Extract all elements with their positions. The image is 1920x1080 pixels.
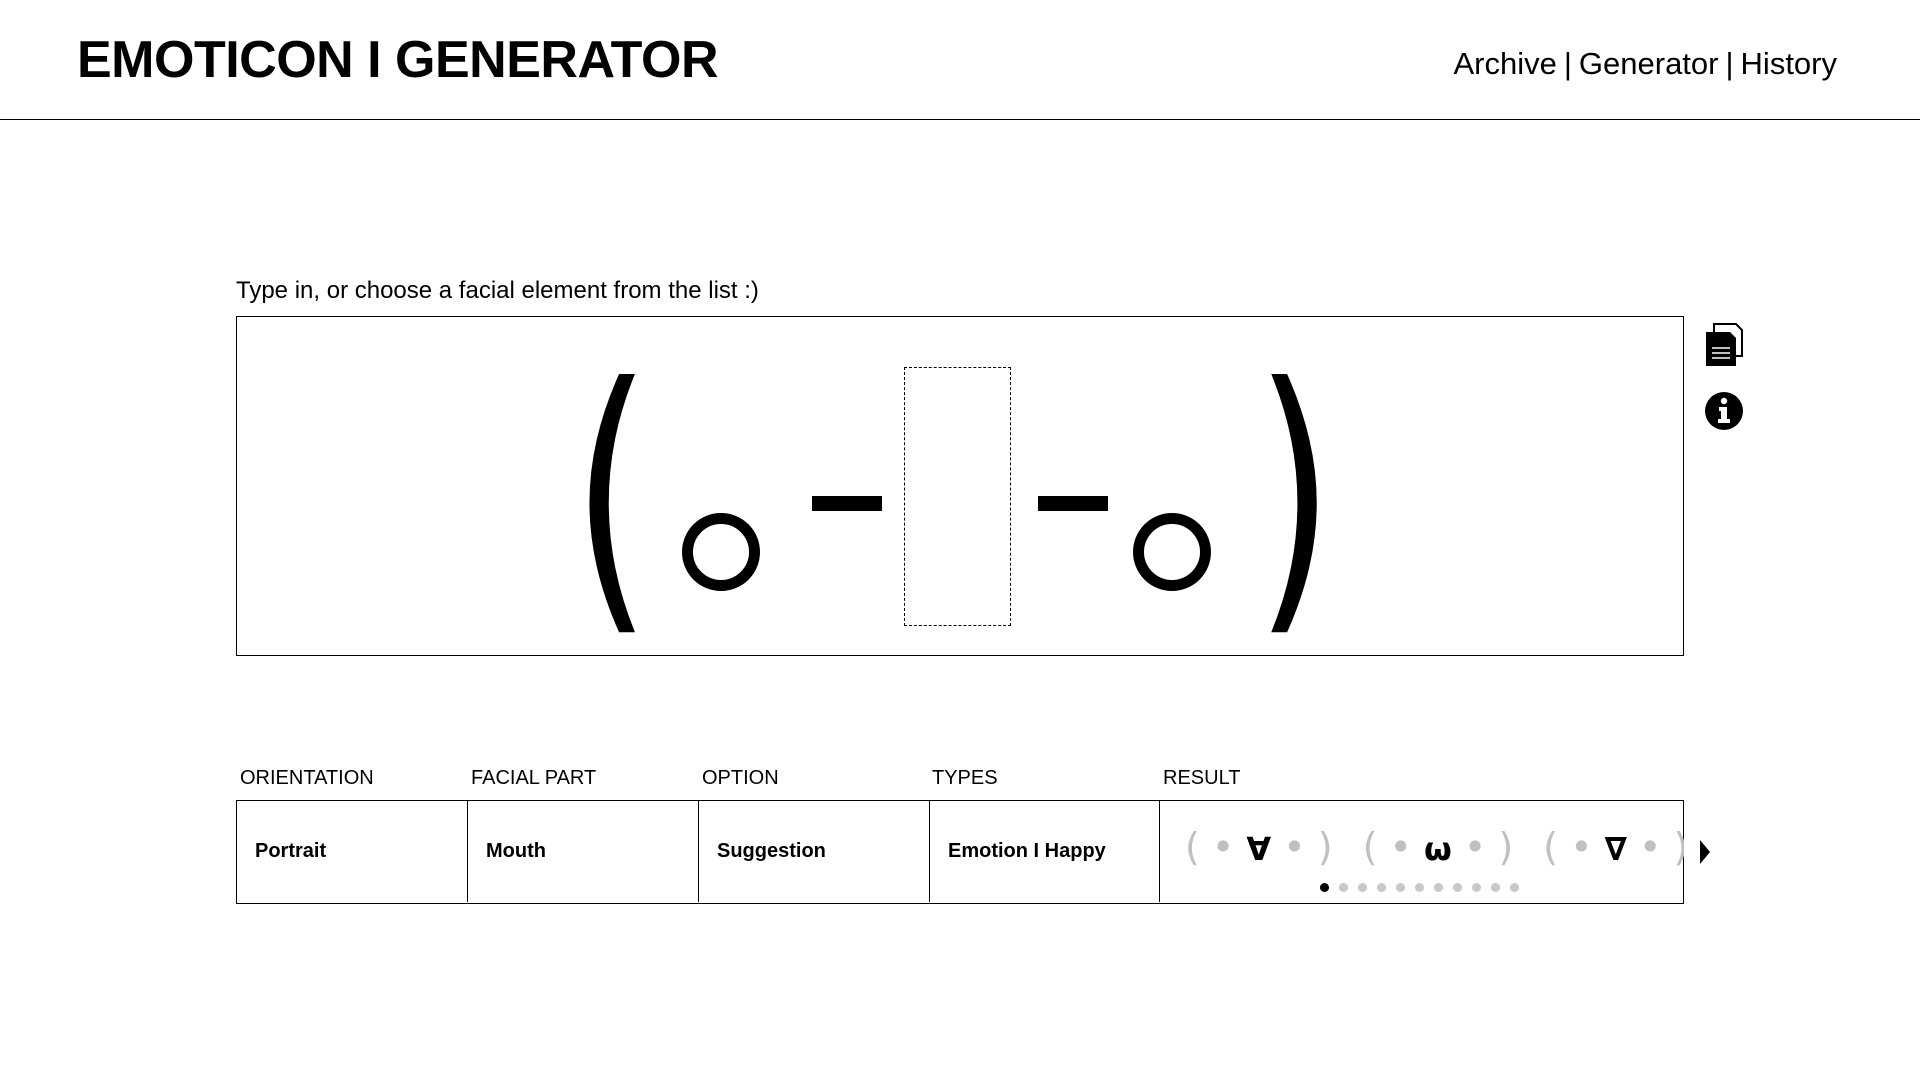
right-cheek-dash xyxy=(1038,496,1108,511)
option-select[interactable]: Suggestion xyxy=(699,801,930,902)
copy-document-icon[interactable] xyxy=(1704,322,1744,366)
nav-separator: | xyxy=(1563,46,1572,81)
facial-part-label: FACIAL PART xyxy=(471,767,597,789)
result-emoticon[interactable]: ( • ω • ) xyxy=(1363,828,1514,866)
types-value: Emotion I Happy xyxy=(948,840,1106,862)
pagination-dot[interactable] xyxy=(1434,883,1443,892)
pagination-dot[interactable] xyxy=(1320,883,1329,892)
pagination-dot[interactable] xyxy=(1377,883,1386,892)
orientation-value: Portrait xyxy=(255,840,327,862)
nav-separator: | xyxy=(1725,46,1734,81)
nav-generator-link[interactable]: Generator xyxy=(1579,46,1719,82)
types-label: TYPES xyxy=(932,767,998,789)
pagination-dot[interactable] xyxy=(1491,883,1500,892)
pagination-dot[interactable] xyxy=(1510,883,1519,892)
pagination-dot[interactable] xyxy=(1472,883,1481,892)
option-value: Suggestion xyxy=(717,840,826,862)
left-cheek-dash xyxy=(812,496,882,511)
pagination-dot[interactable] xyxy=(1415,883,1424,892)
result-emoticon[interactable]: ( • ∀ • ) xyxy=(1185,828,1333,866)
facial-part-value: Mouth xyxy=(486,840,546,862)
orientation-select[interactable]: Portrait xyxy=(237,801,468,902)
result-pagination xyxy=(1320,883,1519,892)
pagination-dot[interactable] xyxy=(1396,883,1405,892)
types-select[interactable]: Emotion I Happy xyxy=(930,801,1160,902)
left-eye xyxy=(682,513,760,591)
right-parenthesis: ) xyxy=(1255,326,1335,663)
mouth-input-slot[interactable] xyxy=(904,367,1011,626)
right-eye xyxy=(1133,513,1211,591)
nav-archive-link[interactable]: Archive xyxy=(1453,46,1556,82)
top-nav: Archive | Generator | History xyxy=(1453,46,1837,82)
pagination-dot[interactable] xyxy=(1339,883,1348,892)
nav-history-link[interactable]: History xyxy=(1741,46,1837,82)
result-label: RESULT xyxy=(1163,767,1241,789)
option-label: OPTION xyxy=(702,767,779,789)
result-emoticon[interactable]: ( • ∇ • ) xyxy=(1543,828,1684,866)
app-header: EMOTICON I GENERATOR Archive | Generator… xyxy=(0,0,1920,120)
pagination-dot[interactable] xyxy=(1453,883,1462,892)
left-parenthesis: ( xyxy=(572,326,652,663)
facial-part-select[interactable]: Mouth xyxy=(468,801,699,902)
info-icon[interactable] xyxy=(1704,391,1744,435)
result-list: ( • ∀ • ) ( • ω • ) ( • ∇ • ) ( • _ xyxy=(1185,828,1684,866)
editor-prompt: Type in, or choose a facial element from… xyxy=(236,277,759,304)
orientation-label: ORIENTATION xyxy=(240,767,374,789)
next-arrow-icon[interactable] xyxy=(1700,840,1710,864)
pagination-dot[interactable] xyxy=(1358,883,1367,892)
app-title: EMOTICON I GENERATOR xyxy=(77,31,719,89)
